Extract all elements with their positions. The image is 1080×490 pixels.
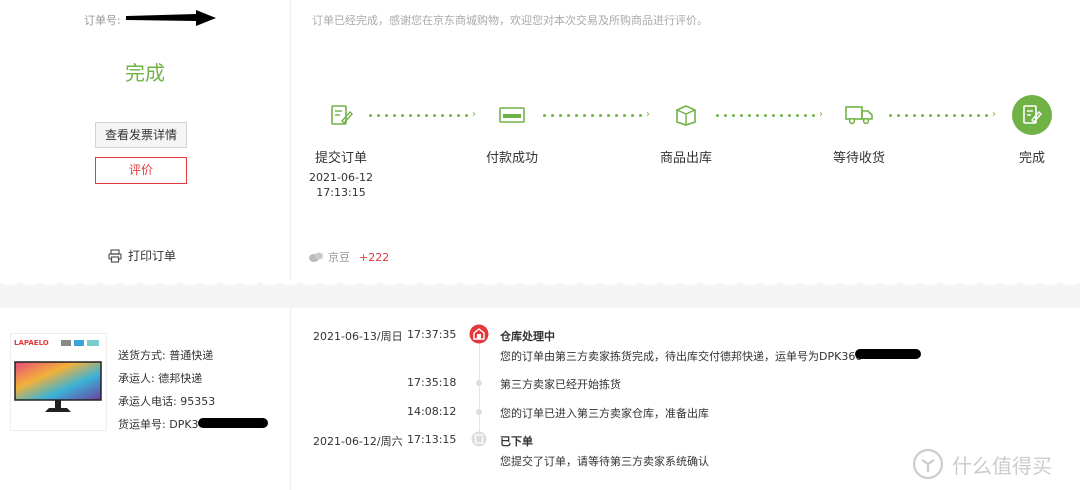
print-order-link[interactable]: 打印订单 <box>108 247 176 264</box>
order-number-label: 订单号: <box>84 14 121 27</box>
carrier-phone: 承运人电话: 95353 <box>118 395 216 408</box>
review-button[interactable]: 评价 <box>95 157 187 184</box>
smzdm-logo-icon <box>912 448 944 480</box>
step-payment-success: 付款成功 <box>467 95 557 166</box>
done-icon <box>1012 95 1052 135</box>
timeline-text: 您的订单由第三方卖家拣货完成，待出库交付德邦快递，运单号为DPK366 <box>500 350 863 363</box>
progress-connector: › <box>889 110 996 120</box>
redacted-tracking <box>198 418 268 428</box>
timeline-time: 14:08:12 <box>407 405 457 418</box>
box-icon <box>666 95 706 135</box>
site-watermark: 什么值得买 <box>912 448 1052 480</box>
beans-value: +222 <box>359 250 390 264</box>
step-label: 商品出库 <box>659 151 712 166</box>
step-label: 完成 <box>1018 151 1045 166</box>
progress-connector: › <box>716 110 823 120</box>
watermark-text: 什么值得买 <box>952 453 1052 478</box>
card-icon <box>492 95 532 135</box>
step-time: 17:13:15 <box>316 186 366 199</box>
timeline-text: 您提交了订单，请等待第三方卖家系统确认 <box>500 455 709 468</box>
timeline-dot <box>476 380 482 386</box>
tracking-number: 货运单号: DPK3 <box>118 418 199 431</box>
redacted-waybill <box>855 349 921 359</box>
truck-icon <box>839 95 879 135</box>
step-awaiting-delivery: 等待收货 <box>814 95 904 166</box>
order-status-panel: 订单号: 完成 查看发票详情 评价 打印订单 <box>0 0 291 280</box>
step-completed: 完成 <box>987 95 1077 166</box>
monitor-image <box>14 340 102 412</box>
step-submit-order: 提交订单 2021-06-12 17:13:15 <box>296 95 386 200</box>
step-label: 付款成功 <box>485 151 538 166</box>
progress-connector: › <box>369 110 476 120</box>
section-separator <box>290 308 291 490</box>
step-label: 提交订单 <box>314 151 367 166</box>
shipping-carrier: 承运人: 德邦快递 <box>118 372 203 385</box>
jd-beans-reward: 京豆 +222 <box>308 249 389 265</box>
edit-doc-icon <box>321 95 361 135</box>
shipping-method: 送货方式: 普通快递 <box>118 349 214 362</box>
timeline-dot <box>476 409 482 415</box>
step-goods-out: 商品出库 <box>641 95 731 166</box>
view-invoice-button[interactable]: 查看发票详情 <box>95 122 187 148</box>
order-summary-section: 订单号: 完成 查看发票详情 评价 打印订单 订单已经完成，感谢您在京东商城购物… <box>0 0 1080 280</box>
warehouse-icon <box>469 324 489 344</box>
order-complete-notice: 订单已经完成，感谢您在京东商城购物，欢迎您对本次交易及所购商品进行评价。 <box>312 14 708 27</box>
printer-icon <box>108 248 122 263</box>
progress-connector: › <box>543 110 650 120</box>
timeline-text: 第三方卖家已经开始拣货 <box>500 378 621 391</box>
beans-icon <box>309 252 323 262</box>
order-status-text: 完成 <box>125 61 165 85</box>
timeline-title: 仓库处理中 <box>500 330 555 343</box>
product-thumbnail[interactable]: LAPAELO <box>10 333 107 431</box>
timeline-time: 17:13:15 <box>407 433 457 446</box>
redacted-order-number <box>126 10 216 26</box>
step-label: 等待收货 <box>832 151 885 166</box>
order-placed-icon <box>471 431 487 447</box>
timeline-text: 您的订单已进入第三方卖家仓库，准备出库 <box>500 407 709 420</box>
timeline-date: 2021-06-12/周六 <box>313 435 403 448</box>
section-divider <box>0 280 1080 308</box>
timeline-title: 已下单 <box>500 435 533 448</box>
step-date: 2021-06-12 <box>309 171 373 184</box>
timeline-time: 17:37:35 <box>407 328 457 341</box>
print-order-label: 打印订单 <box>128 249 177 263</box>
beans-label: 京豆 <box>328 251 350 264</box>
timeline-time: 17:35:18 <box>407 376 457 389</box>
timeline-date: 2021-06-13/周日 <box>313 330 403 343</box>
timeline-line <box>479 342 480 440</box>
